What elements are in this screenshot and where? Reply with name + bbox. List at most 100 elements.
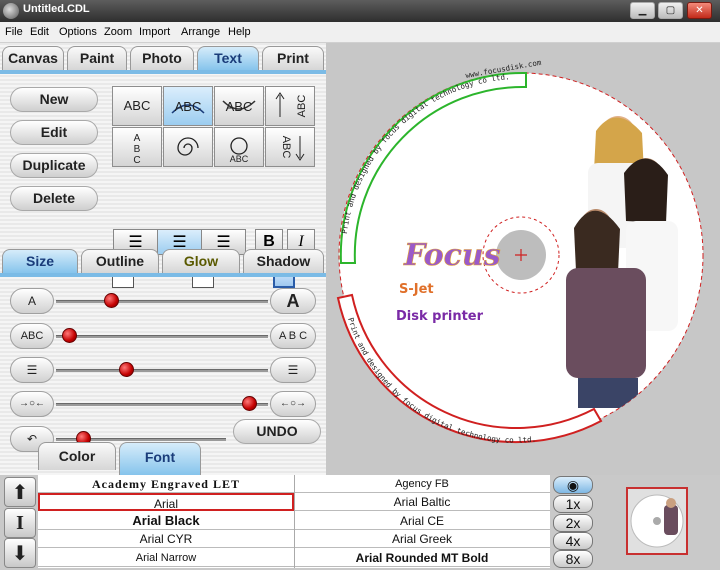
edit-button[interactable]: Edit	[10, 120, 98, 145]
undo-button[interactable]: UNDO	[233, 419, 321, 444]
menu-arrange[interactable]: Arrange	[181, 26, 220, 38]
svg-text:C: C	[133, 155, 140, 166]
slider-knob[interactable]	[118, 362, 134, 377]
spacing-decrease-button[interactable]: ABC	[10, 323, 54, 349]
tab-text[interactable]: Text	[197, 46, 259, 70]
font-item[interactable]: Arial Greek	[294, 530, 550, 548]
slider-track	[56, 335, 268, 338]
tab-font[interactable]: Font	[119, 442, 201, 475]
arrows-in-icon: →○←	[18, 398, 46, 409]
scroll-down-button[interactable]: ⬇	[4, 538, 36, 568]
size-slider[interactable]: A A	[10, 288, 316, 315]
svg-text:ABC: ABC	[230, 154, 249, 164]
slider-knob[interactable]	[241, 396, 257, 411]
scroll-up-button[interactable]: ⬆	[4, 477, 36, 507]
close-button[interactable]: ✕	[687, 2, 712, 19]
text-style-arc-up[interactable]: ABC	[163, 86, 213, 126]
vertical-down-icon: ABC	[280, 136, 305, 161]
duplicate-button[interactable]: Duplicate	[10, 153, 98, 178]
offset-decrease-button[interactable]: →○←	[10, 391, 54, 417]
menu-bar: File Edit Options Zoom Import Arrange He…	[0, 22, 720, 43]
text-style-straight[interactable]: ABC	[112, 86, 162, 126]
stacked-text-icon: A B C	[133, 133, 140, 166]
font-panel: ⬆ I ⬇ Academy Engraved LET Agency FB Ari…	[0, 475, 720, 570]
tab-print[interactable]: Print	[262, 46, 324, 70]
zoom-1x-button[interactable]: 1x	[553, 495, 593, 513]
spacing-increase-button[interactable]: A B C	[270, 323, 316, 349]
control-panel: Canvas Paint Photo Text Print New Edit D…	[0, 43, 326, 475]
design-canvas[interactable]: Print and designed by focus digital tech…	[326, 43, 720, 475]
offset-increase-button[interactable]: ←○→	[270, 391, 316, 417]
menu-zoom[interactable]: Zoom	[104, 26, 132, 38]
text-style-circle[interactable]: ABC	[214, 127, 264, 167]
size-increase-button[interactable]: A	[270, 288, 316, 314]
svg-text:ABC: ABC	[280, 136, 292, 159]
column-divider	[294, 475, 295, 568]
tab-color[interactable]: Color	[38, 442, 116, 470]
zoom-fit-button[interactable]: ◉	[553, 476, 593, 494]
tab-outline[interactable]: Outline	[81, 249, 159, 273]
menu-options[interactable]: Options	[59, 26, 97, 38]
sjet-text: S-Jet	[399, 282, 434, 297]
font-item[interactable]: Arial CYR	[38, 530, 294, 548]
app-icon	[3, 3, 19, 19]
font-item[interactable]: Academy Engraved LET	[38, 475, 294, 493]
font-item[interactable]: Arial Baltic	[294, 493, 550, 511]
text-style-stacked[interactable]: A B C	[112, 127, 162, 167]
font-item[interactable]: Agency FB	[294, 475, 550, 493]
font-item[interactable]: Arial Rounded MT Bold	[294, 549, 550, 567]
arc-down-icon: ABC	[222, 99, 256, 114]
text-style-spiral[interactable]	[163, 127, 213, 167]
slider-knob[interactable]	[61, 328, 77, 343]
font-item[interactable]: Arial CE	[294, 512, 550, 530]
menu-edit[interactable]: Edit	[30, 26, 49, 38]
svg-text:ABC: ABC	[226, 99, 253, 114]
menu-import[interactable]: Import	[139, 26, 170, 38]
slider-track	[56, 300, 268, 303]
spacing-slider[interactable]: ABC A B C	[10, 323, 316, 350]
tab-size[interactable]: Size	[2, 249, 78, 273]
lines-icon: ☰	[287, 363, 299, 377]
lines-decrease-button[interactable]: ☰	[10, 357, 54, 383]
text-style-vertical-up[interactable]: ABC	[265, 86, 315, 126]
svg-text:ABC: ABC	[296, 95, 308, 118]
arrow-down-icon: ⬇	[11, 541, 29, 565]
tab-canvas[interactable]: Canvas	[2, 46, 64, 70]
new-button[interactable]: New	[10, 87, 98, 112]
delete-button[interactable]: Delete	[10, 186, 98, 211]
text-style-arc-down[interactable]: ABC	[214, 86, 264, 126]
disc-preview[interactable]: Print and designed by focus digital tech…	[326, 43, 720, 475]
menu-help[interactable]: Help	[228, 26, 251, 38]
maximize-button[interactable]: ▢	[658, 2, 683, 19]
lines-icon: ☰	[26, 363, 38, 377]
slider-track	[56, 403, 268, 406]
focus-logo-text: Focus	[403, 238, 501, 273]
font-item[interactable]: Arial Narrow	[38, 549, 294, 567]
tab-shadow[interactable]: Shadow	[243, 249, 324, 273]
tab-glow[interactable]: Glow	[162, 249, 240, 273]
zoom-8x-button[interactable]: 8x	[553, 550, 593, 568]
size-decrease-button[interactable]: A	[10, 288, 54, 314]
slider-knob[interactable]	[104, 293, 120, 308]
font-item[interactable]: Arial Black	[38, 512, 294, 530]
font-item-selected[interactable]: Arial	[38, 493, 294, 511]
text-style-vertical-down[interactable]: ABC	[265, 127, 315, 167]
arc-up-icon: ABC	[171, 99, 205, 114]
tab-paint[interactable]: Paint	[67, 46, 127, 70]
menu-file[interactable]: File	[5, 26, 23, 38]
text-cursor-icon: I	[16, 512, 24, 534]
thumbnail-preview	[630, 494, 684, 548]
zoom-2x-button[interactable]: 2x	[553, 514, 593, 532]
lines-increase-button[interactable]: ☰	[270, 357, 316, 383]
spiral-icon	[177, 137, 199, 156]
tab-photo[interactable]: Photo	[130, 46, 194, 70]
disk-printer-text: Disk printer	[396, 309, 484, 324]
tab-underline	[0, 70, 326, 74]
zoom-4x-button[interactable]: 4x	[553, 532, 593, 550]
text-cursor-button[interactable]: I	[4, 508, 36, 538]
line-spacing-slider[interactable]: ☰ ☰	[10, 357, 316, 384]
rotate-icon: ↶	[26, 432, 38, 446]
disc-thumbnail[interactable]	[626, 487, 688, 555]
offset-slider[interactable]: →○← ←○→	[10, 391, 316, 418]
minimize-button[interactable]: ▁	[630, 2, 655, 19]
